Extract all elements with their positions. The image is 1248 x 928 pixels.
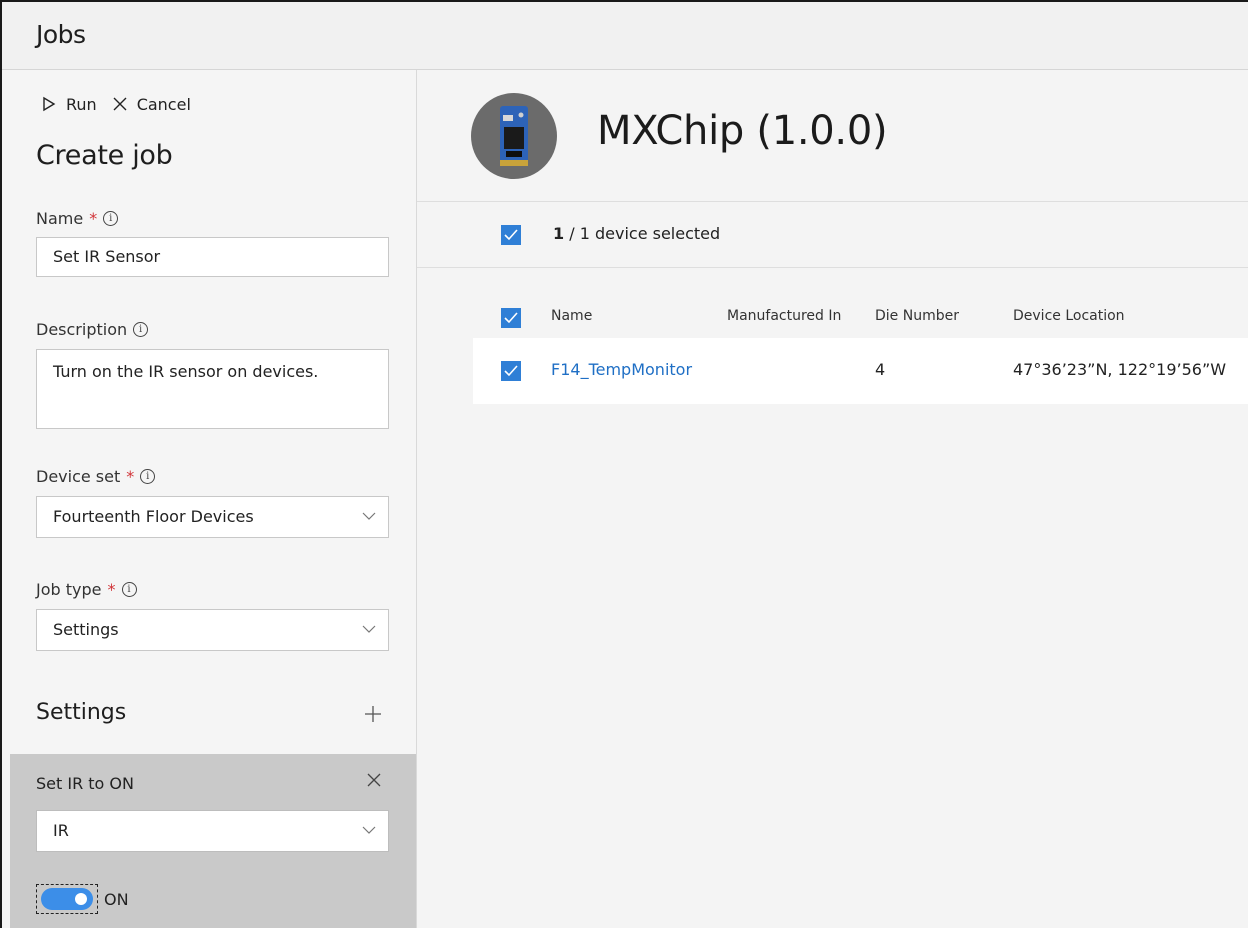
run-label: Run [66, 94, 97, 114]
column-header-manufactured-in[interactable]: Manufactured In [727, 308, 841, 324]
checkmark-icon [504, 229, 518, 241]
header-checkbox[interactable] [501, 308, 521, 328]
info-icon[interactable]: i [140, 469, 156, 484]
checkmark-icon [504, 365, 518, 377]
row-checkbox[interactable] [501, 361, 521, 381]
job-type-label: Job type [36, 580, 102, 599]
table-header: Name Manufactured In Die Number Device L… [473, 298, 1248, 338]
run-button[interactable]: Run [40, 95, 97, 114]
cancel-label: Cancel [136, 94, 191, 114]
device-title: MXChip (1.0.0) [597, 108, 888, 154]
info-icon[interactable]: i [103, 211, 119, 226]
info-icon[interactable]: i [121, 582, 137, 597]
close-icon [113, 97, 127, 111]
chevron-down-icon [362, 512, 376, 520]
name-label-row: Name * i [36, 209, 119, 228]
device-set-select[interactable]: Fourteenth Floor Devices [36, 496, 389, 538]
chevron-down-icon [362, 826, 376, 834]
settings-heading: Settings [36, 700, 127, 725]
toggle-label: ON [104, 889, 129, 909]
column-header-die-number[interactable]: Die Number [875, 308, 959, 324]
job-type-label-row: Job type * i [36, 580, 137, 599]
device-panel: MXChip (1.0.0) 1 / 1 device selected Nam… [417, 70, 1248, 928]
toggle-row: ON [36, 884, 129, 914]
required-marker: * [89, 209, 98, 228]
device-avatar [471, 93, 557, 179]
table-row[interactable]: F14_TempMonitor 4 47°36’23”N, 122°19’56”… [473, 338, 1248, 404]
info-icon[interactable]: i [133, 322, 149, 337]
required-marker: * [107, 580, 116, 599]
plus-icon[interactable] [362, 703, 384, 725]
device-set-value: Fourteenth Floor Devices [53, 507, 254, 526]
name-label: Name [36, 209, 84, 228]
device-header: MXChip (1.0.0) [417, 70, 1248, 202]
device-board-icon [500, 106, 528, 166]
ir-toggle[interactable] [41, 888, 93, 910]
property-select[interactable]: IR [36, 810, 389, 852]
selected-count: 1 [553, 224, 565, 243]
column-header-name[interactable]: Name [551, 308, 592, 324]
app-title: Jobs [36, 20, 86, 49]
job-type-select[interactable]: Settings [36, 609, 389, 651]
column-header-device-location[interactable]: Device Location [1013, 308, 1125, 324]
checkmark-icon [504, 312, 518, 324]
selection-suffix: / 1 device selected [569, 224, 721, 243]
description-label-row: Description i [36, 320, 149, 339]
chevron-down-icon [362, 625, 376, 633]
description-label: Description [36, 320, 128, 339]
app-window: Jobs Run Cancel Create job Name * i Set … [0, 0, 1248, 928]
create-job-panel: Run Cancel Create job Name * i Set IR Se… [2, 70, 417, 928]
select-all-checkbox[interactable] [501, 225, 521, 245]
device-name-link[interactable]: F14_TempMonitor [551, 360, 692, 379]
app-header: Jobs [2, 2, 1248, 70]
setting-card: Set IR to ON IR ON [10, 754, 416, 928]
die-number-cell: 4 [875, 360, 886, 379]
description-field[interactable]: Turn on the IR sensor on devices. [36, 349, 389, 429]
cancel-button[interactable]: Cancel [111, 95, 191, 114]
close-icon[interactable] [366, 772, 382, 788]
job-toolbar: Run Cancel [40, 92, 191, 116]
required-marker: * [126, 467, 135, 486]
selection-bar: 1 / 1 device selected [417, 202, 1248, 268]
device-location-cell: 47°36’23”N, 122°19’56”W [1013, 360, 1227, 379]
device-set-label: Device set [36, 467, 121, 486]
name-field[interactable]: Set IR Sensor [36, 237, 389, 277]
setting-card-title: Set IR to ON [36, 774, 134, 793]
property-value: IR [53, 821, 69, 840]
job-type-value: Settings [53, 620, 119, 639]
device-set-label-row: Device set * i [36, 467, 156, 486]
selection-summary: 1 / 1 device selected [553, 224, 720, 243]
page-title: Create job [36, 140, 173, 171]
toggle-knob [75, 893, 87, 905]
toggle-focus-ring [36, 884, 98, 914]
play-icon [43, 96, 56, 112]
